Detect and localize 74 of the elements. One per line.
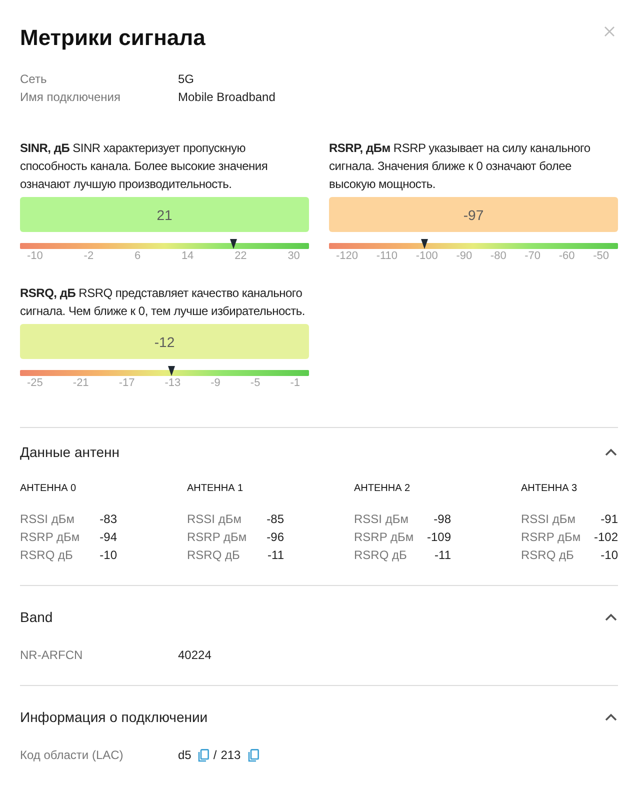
tick-label: -60 bbox=[558, 250, 575, 263]
metric-label: RSRQ дБ bbox=[187, 547, 240, 564]
tick-label: -21 bbox=[72, 377, 89, 390]
metric-value: -109 bbox=[426, 529, 451, 546]
tick-label: 30 bbox=[288, 250, 300, 263]
metric-value: -85 bbox=[266, 511, 284, 528]
tick-label: -80 bbox=[490, 250, 506, 263]
metric-label: RSRQ дБ bbox=[20, 547, 73, 564]
section-title: Band bbox=[20, 608, 53, 627]
metric-label: RSRQ дБ bbox=[354, 547, 407, 564]
metric-value: -10 bbox=[600, 547, 618, 564]
field-value: Mobile Broadband bbox=[178, 89, 276, 106]
metric-label: RSRP дБм bbox=[20, 529, 80, 546]
tick-label: -25 bbox=[27, 377, 43, 390]
tick-label: -1 bbox=[290, 377, 300, 390]
chevron-up-icon[interactable] bbox=[605, 613, 617, 621]
field-label: Имя подключения bbox=[20, 89, 122, 106]
section-title: Информация о подключении bbox=[20, 708, 208, 727]
metric-description: RSRP, дБм RSRP указывает на силу канального сигнала. Значения ближе к 0 означают более высокую мощность. bbox=[329, 140, 592, 193]
copy-icon[interactable] bbox=[198, 748, 210, 762]
metric-label: RSRP дБм bbox=[521, 529, 581, 546]
metric-value: -83 bbox=[100, 511, 117, 528]
metric-value: -98 bbox=[434, 511, 451, 528]
field-value: 40224 bbox=[178, 647, 212, 664]
antenna-heading: АНТЕННА 2 bbox=[354, 482, 410, 496]
metric-label: RSSI дБм bbox=[187, 511, 242, 528]
tick-label: -5 bbox=[250, 377, 260, 390]
metric-value: -11 bbox=[268, 547, 284, 564]
dialog-title: Метрики сигнала bbox=[20, 24, 206, 52]
tick-label: -10 bbox=[27, 250, 43, 263]
tick-label: 14 bbox=[181, 250, 194, 263]
tick-label: -50 bbox=[593, 250, 609, 263]
metric-value: -96 bbox=[266, 529, 284, 546]
metric-value: -10 bbox=[100, 547, 117, 564]
tick-label: -70 bbox=[524, 250, 541, 263]
tick-label: -17 bbox=[118, 377, 135, 390]
field-label: Код области (LAC) bbox=[20, 747, 124, 764]
antenna-heading: АНТЕННА 3 bbox=[521, 482, 578, 496]
metric-label: RSRQ дБ bbox=[521, 547, 574, 564]
tick-label: -9 bbox=[210, 377, 220, 390]
field-value: 5G bbox=[178, 71, 194, 88]
tick-label: -120 bbox=[336, 250, 358, 263]
field-label: NR-ARFCN bbox=[20, 647, 84, 664]
metric-value: -91 bbox=[600, 511, 618, 528]
field-value: 213 bbox=[220, 747, 241, 764]
metric-description: RSRQ, дБ RSRQ представляет качество канального сигнала. Чем ближе к 0, тем лучше избирательность. bbox=[20, 285, 306, 320]
tick-label: -13 bbox=[164, 377, 181, 390]
metric-value: -102 bbox=[594, 529, 618, 546]
tick-label: -2 bbox=[84, 250, 94, 263]
chevron-up-icon[interactable] bbox=[605, 448, 617, 456]
tick-label: -100 bbox=[416, 250, 438, 263]
value-display: -97 bbox=[329, 197, 618, 232]
section-title: Данные антенн bbox=[20, 443, 120, 462]
metric-value: -11 bbox=[434, 547, 451, 564]
tick-label: -90 bbox=[456, 250, 472, 263]
metric-label: RSSI дБм bbox=[354, 511, 408, 528]
metric-description: SINR, дБ SINR характеризует пропускную способность канала. Более высокие значения означают лучшую производительность. bbox=[20, 140, 269, 193]
metric-label: RSSI дБм bbox=[20, 511, 74, 528]
tick-label: 22 bbox=[234, 250, 247, 263]
antenna-heading: АНТЕННА 0 bbox=[20, 482, 76, 496]
copy-icon[interactable] bbox=[248, 748, 259, 762]
tick-label: 6 bbox=[134, 250, 141, 263]
chevron-up-icon[interactable] bbox=[605, 713, 617, 721]
metric-label: RSRP дБм bbox=[187, 529, 247, 546]
value-display: 21 bbox=[20, 197, 309, 232]
tick-label: -110 bbox=[376, 250, 398, 263]
metric-value: -94 bbox=[100, 529, 117, 546]
value-display: -12 bbox=[20, 324, 309, 359]
metric-label: RSRP дБм bbox=[354, 529, 414, 546]
value-separator: / bbox=[213, 747, 217, 764]
antenna-heading: АНТЕННА 1 bbox=[187, 482, 244, 496]
field-label: Сеть bbox=[20, 71, 48, 88]
metric-label: RSSI дБм bbox=[521, 511, 576, 528]
field-value: d5 bbox=[178, 747, 192, 764]
